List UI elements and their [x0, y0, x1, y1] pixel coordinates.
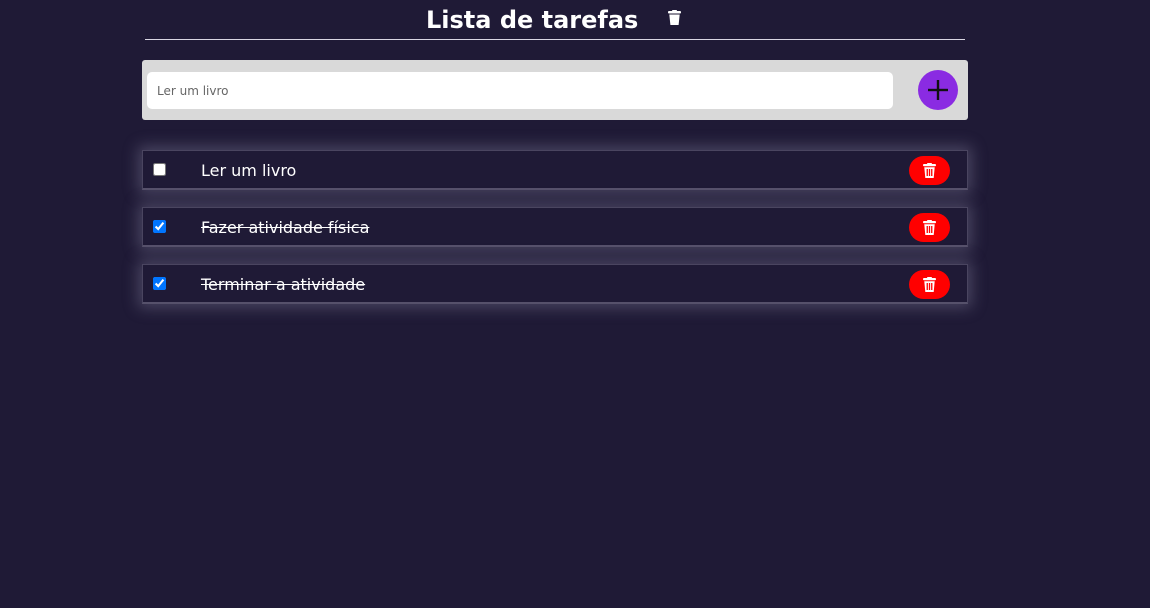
delete-task-button[interactable]	[909, 156, 950, 185]
task-checkbox[interactable]	[153, 277, 166, 290]
add-task-bar	[142, 60, 968, 120]
trash-icon	[923, 163, 936, 178]
todo-app: Lista de tarefas Ler um livro Fazer ativi…	[0, 0, 1150, 608]
task-label: Terminar a atividade	[201, 275, 366, 294]
trash-icon	[923, 277, 936, 292]
task-checkbox[interactable]	[153, 220, 166, 233]
task-list: Ler um livro Fazer atividade física Termin…	[142, 150, 968, 321]
task-item: Ler um livro	[142, 150, 968, 190]
header: Lista de tarefas	[145, 0, 965, 40]
task-label: Ler um livro	[201, 161, 297, 180]
task-checkbox[interactable]	[153, 163, 166, 176]
task-label: Fazer atividade física	[201, 218, 370, 237]
add-task-button[interactable]	[918, 70, 958, 110]
plus-icon	[928, 80, 948, 100]
trash-icon	[923, 220, 936, 235]
task-input[interactable]	[147, 72, 893, 109]
page-title: Lista de tarefas	[426, 6, 639, 34]
trash-icon[interactable]	[668, 10, 684, 28]
delete-task-button[interactable]	[909, 213, 950, 242]
task-item: Fazer atividade física	[142, 207, 968, 247]
delete-task-button[interactable]	[909, 270, 950, 299]
task-item: Terminar a atividade	[142, 264, 968, 304]
